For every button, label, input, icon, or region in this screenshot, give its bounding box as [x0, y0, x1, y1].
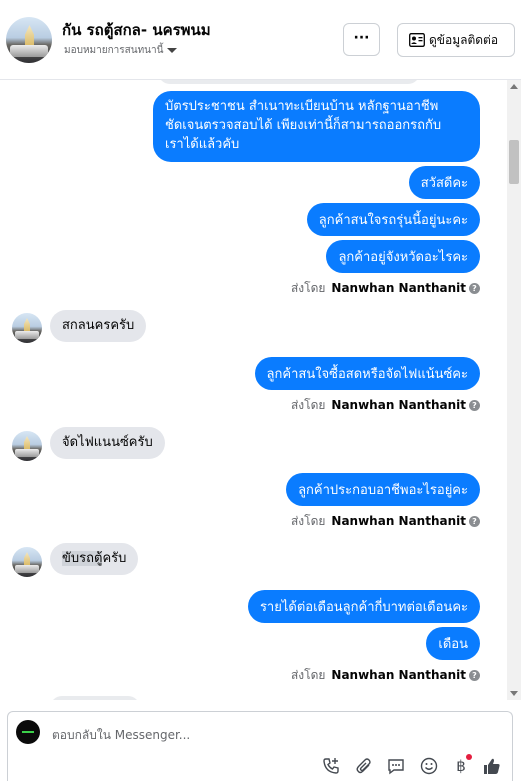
message-line: เราได้แล้วคับ [165, 137, 240, 152]
message-bubble-incoming[interactable]: สกลนครครับ [50, 310, 147, 342]
sent-by-label: ส่งโดย Nanwhan Nanthanit? [291, 396, 480, 415]
help-icon[interactable]: ? [469, 400, 480, 411]
sent-by-label: ส่งโดย Nanwhan Nanthanit? [291, 279, 480, 298]
message-line: บัตรประชาชน สำเนาทะเบียนบ้าน หลักฐานอาชี… [165, 99, 439, 114]
sent-by-prefix: ส่งโดย [290, 398, 326, 412]
attachment-icon[interactable] [354, 756, 374, 776]
baht-symbol: ฿ [456, 757, 466, 775]
chat-scrollbar[interactable] [507, 80, 521, 700]
scroll-up-arrow-icon[interactable] [510, 84, 518, 89]
customer-avatar[interactable] [12, 313, 42, 343]
message-bubble-outgoing[interactable]: ลูกค้าสนใจรถรุ่นนี้อยู่นะคะ [306, 203, 480, 236]
assign-conversation-dropdown[interactable]: มอบหมายการสนทนานี้ [64, 43, 178, 58]
sent-by-label: ส่งโดย Nanwhan Nanthanit? [291, 666, 480, 685]
help-icon[interactable]: ? [469, 670, 480, 681]
page-avatar-small [16, 720, 40, 744]
scroll-down-arrow-icon[interactable] [510, 691, 518, 696]
message-composer: ตอบกลับใน Messenger... ฿ [7, 711, 513, 781]
sender-name: Nanwhan Nanthanit [331, 514, 466, 528]
sent-by-prefix: ส่งโดย [290, 281, 326, 295]
message-bubble-outgoing[interactable]: บัตรประชาชน สำเนาทะเบียนบ้าน หลักฐานอาชี… [153, 91, 480, 162]
message-bubble-incoming[interactable]: จัดไฟแนนซ์ครับ [50, 427, 165, 459]
caret-down-icon [167, 47, 178, 53]
reply-input[interactable]: ตอบกลับใน Messenger... [52, 726, 190, 745]
sender-name: Nanwhan Nanthanit [331, 668, 466, 682]
page-name: กัน รถตู้สกล- นครพนม [62, 21, 211, 39]
assign-conversation-label: มอบหมายการสนทนานี้ [64, 45, 164, 56]
notification-dot [466, 754, 472, 760]
message-thread[interactable]: บัตรประชาชน สำเนาทะเบียนบ้าน หลักฐานอาชี… [0, 80, 507, 700]
selected-text: ขับรถตู้ [62, 551, 103, 566]
help-icon[interactable]: ? [469, 516, 480, 527]
saved-reply-icon[interactable] [386, 756, 406, 776]
customer-avatar[interactable] [12, 547, 42, 577]
message-bubble-outgoing[interactable]: สวัสดีคะ [408, 166, 480, 199]
sent-by-prefix: ส่งโดย [290, 514, 326, 528]
message-bubble-outgoing[interactable]: รายได้ต่อเดือนลูกค้ากี่บาทต่อเดือนคะ [247, 590, 480, 623]
sent-by-label: ส่งโดย Nanwhan Nanthanit? [291, 512, 480, 531]
customer-avatar[interactable] [12, 431, 42, 461]
message-bubble-outgoing[interactable]: เดือน [426, 627, 480, 660]
help-icon[interactable]: ? [469, 283, 480, 294]
previous-message-partial [158, 80, 420, 84]
conversation-header: กัน รถตู้สกล- นครพนม มอบหมายการสนทนานี้ … [0, 0, 521, 80]
emoji-icon[interactable] [419, 756, 439, 776]
payment-icon[interactable]: ฿ [451, 754, 472, 776]
more-options-button[interactable]: ··· [343, 23, 380, 56]
next-message-partial [50, 696, 140, 700]
message-line: ชัดเจนตรวจสอบได้ เพียงเท่านี้ก็สามารถออก… [165, 118, 442, 133]
view-contact-button[interactable]: ดูข้อมูลติดต่อ [397, 23, 515, 57]
page-avatar[interactable] [6, 17, 52, 63]
message-text: ครับ [102, 551, 127, 566]
view-contact-label: ดูข้อมูลติดต่อ [429, 33, 499, 47]
message-bubble-outgoing[interactable]: ลูกค้าอยู่จังหวัดอะไรคะ [326, 240, 480, 273]
phone-plus-icon[interactable] [321, 756, 341, 776]
sender-name: Nanwhan Nanthanit [331, 398, 466, 412]
sent-by-prefix: ส่งโดย [290, 668, 326, 682]
scrollbar-thumb[interactable] [509, 140, 519, 184]
message-bubble-outgoing[interactable]: ลูกค้าประกอบอาชีพอะไรอยู่คะ [286, 473, 480, 506]
message-bubble-outgoing[interactable]: ลูกค้าสนใจซื้อสดหรือจัดไฟแน้นซ์คะ [254, 357, 480, 390]
like-icon[interactable] [482, 756, 502, 776]
message-bubble-incoming[interactable]: ขับรถตู้ครับ [50, 543, 139, 575]
contact-card-icon [409, 33, 425, 47]
avatar-van-shape [10, 45, 48, 57]
sender-name: Nanwhan Nanthanit [331, 281, 466, 295]
